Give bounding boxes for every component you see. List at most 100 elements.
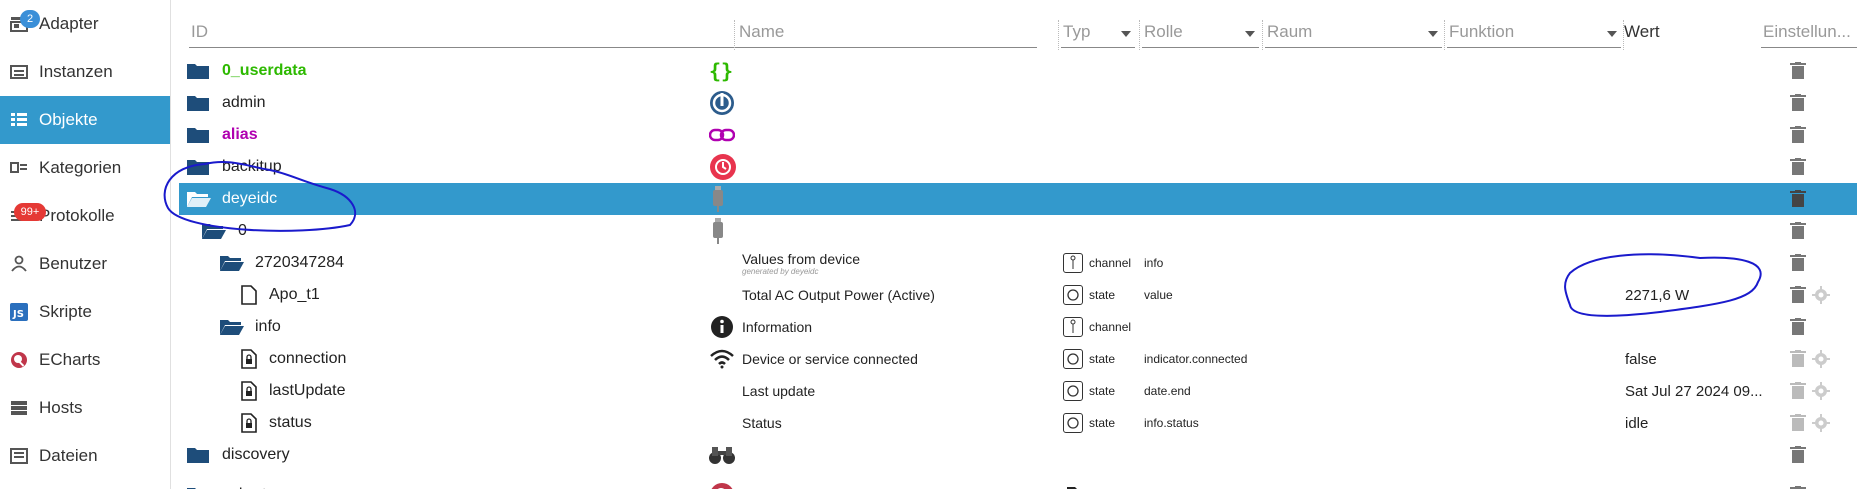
delete-icon[interactable] (1790, 183, 1806, 215)
folder-open-icon[interactable] (201, 215, 227, 247)
object-id: echarts (222, 479, 274, 489)
sidebar-item-hosts[interactable]: Hosts (0, 384, 170, 432)
delete-icon[interactable] (1790, 311, 1806, 343)
sidebar-item-label: Adapter (39, 14, 99, 33)
delete-icon[interactable] (1790, 247, 1806, 279)
clock-backup-icon (709, 151, 737, 183)
object-type: state (1063, 279, 1115, 311)
object-value[interactable]: false (1625, 343, 1657, 375)
column-divider[interactable] (1058, 20, 1059, 50)
sidebar-item-label: Skripte (39, 302, 92, 321)
object-value[interactable]: idle (1625, 407, 1648, 439)
object-role: date.end (1144, 384, 1191, 398)
object-type-label: channel (1089, 320, 1132, 334)
folder-icon[interactable] (186, 119, 210, 151)
column-header-room[interactable]: Raum (1265, 22, 1442, 48)
table-row[interactable]: status Status state info.status idle (179, 407, 1857, 439)
file-lock-icon (241, 343, 257, 375)
table-row[interactable]: Apo_t1 Total AC Output Power (Active) st… (179, 279, 1857, 311)
sidebar-item-label: ECharts (39, 350, 101, 369)
table-row[interactable]: echarts echarts meta (179, 471, 1857, 489)
table-row[interactable]: lastUpdate Last update state date.end Sa… (179, 375, 1857, 407)
table-row[interactable]: admin (179, 87, 1857, 119)
folder-icon[interactable] (186, 87, 210, 119)
delete-icon[interactable] (1790, 55, 1806, 87)
column-header-value[interactable]: Wert (1622, 22, 1752, 48)
delete-icon[interactable] (1790, 375, 1806, 407)
folder-icon[interactable] (186, 55, 210, 87)
device-plug-icon (712, 183, 724, 215)
object-id: alias (222, 126, 258, 143)
sidebar-item-label: Kategorien (39, 158, 122, 177)
object-type: state (1063, 407, 1115, 439)
svg-text:{}: {} (709, 60, 733, 82)
column-header-role[interactable]: Rolle (1142, 22, 1259, 48)
column-divider[interactable] (734, 20, 735, 50)
sidebar-item-label: Hosts (39, 398, 83, 417)
column-header-function[interactable]: Funktion (1447, 22, 1621, 48)
folder-icon[interactable] (186, 439, 210, 471)
chevron-down-icon[interactable] (1428, 31, 1438, 37)
sidebar-item-dateien[interactable]: Dateien (0, 432, 170, 480)
gear-icon[interactable] (1812, 343, 1830, 375)
chevron-down-icon[interactable] (1245, 31, 1255, 37)
gear-icon[interactable] (1812, 407, 1830, 439)
delete-icon[interactable] (1790, 151, 1806, 183)
table-row[interactable]: backitup (179, 151, 1857, 183)
chevron-down-icon[interactable] (1607, 31, 1617, 37)
delete-icon[interactable] (1790, 87, 1806, 119)
sidebar-item-objekte[interactable]: Objekte (0, 96, 170, 144)
folder-open-icon[interactable] (219, 247, 245, 279)
delete-icon[interactable] (1790, 479, 1806, 489)
chevron-down-icon[interactable] (1121, 31, 1131, 37)
column-divider[interactable] (1262, 20, 1263, 50)
object-name-subtitle: generated by deyeidc (742, 266, 819, 276)
delete-icon[interactable] (1790, 343, 1806, 375)
table-row[interactable]: 2720347284 Values from device generated … (179, 247, 1857, 279)
sidebar-item-instanzen[interactable]: Instanzen (0, 48, 170, 96)
sidebar-item-skripte[interactable]: JS Skripte (0, 288, 170, 336)
delete-icon[interactable] (1790, 215, 1806, 247)
delete-icon[interactable] (1790, 119, 1806, 151)
js-icon: JS (9, 302, 29, 322)
object-value[interactable]: 2271,6 W (1625, 279, 1689, 311)
object-type-label: state (1089, 288, 1116, 302)
folder-open-icon[interactable] (219, 311, 245, 343)
table-row[interactable]: discovery (179, 439, 1857, 471)
gear-icon[interactable] (1812, 279, 1830, 311)
object-type-label: channel (1089, 256, 1132, 270)
column-header-type[interactable]: Typ (1061, 22, 1135, 48)
delete-icon[interactable] (1790, 407, 1806, 439)
folder-icon[interactable] (186, 479, 210, 489)
column-header-settings[interactable]: Einstellun... (1761, 22, 1857, 48)
gear-icon[interactable] (1812, 375, 1830, 407)
sidebar-item-benutzer[interactable]: Benutzer (0, 240, 170, 288)
delete-icon[interactable] (1790, 279, 1806, 311)
sidebar-item-kategorien[interactable]: Kategorien (0, 144, 170, 192)
object-role: info.status (1144, 416, 1199, 430)
table-row[interactable]: 0_userdata {} (179, 55, 1857, 87)
delete-icon[interactable] (1790, 439, 1806, 471)
column-header-name[interactable]: Name (737, 22, 1037, 48)
folder-icon[interactable] (186, 151, 210, 183)
object-id: connection (269, 350, 347, 367)
sidebar-item-echarts[interactable]: ECharts (0, 336, 170, 384)
column-label: ID (191, 22, 208, 41)
table-row[interactable]: info Information channel (179, 311, 1857, 343)
sidebar-item-label: Instanzen (39, 62, 113, 81)
sidebar: Adapter Instanzen Objekte Kategorien Pro… (0, 0, 171, 489)
table-row-selected[interactable]: deyeidc (179, 183, 1857, 215)
sidebar-item-label: Dateien (39, 446, 98, 465)
table-row[interactable]: connection Device or service connected s… (179, 343, 1857, 375)
object-name: Total AC Output Power (Active) (742, 287, 935, 303)
svg-text:JS: JS (12, 309, 24, 320)
column-divider[interactable] (1139, 20, 1140, 50)
column-divider[interactable] (1444, 20, 1445, 50)
object-value[interactable]: Sat Jul 27 2024 09... (1625, 375, 1763, 407)
object-id: deyeidc (222, 190, 278, 207)
list-icon (9, 110, 29, 130)
table-row[interactable]: alias (179, 119, 1857, 151)
table-row[interactable]: 0 (179, 215, 1857, 247)
object-type: meta (1063, 479, 1116, 489)
folder-open-icon[interactable] (186, 183, 212, 215)
